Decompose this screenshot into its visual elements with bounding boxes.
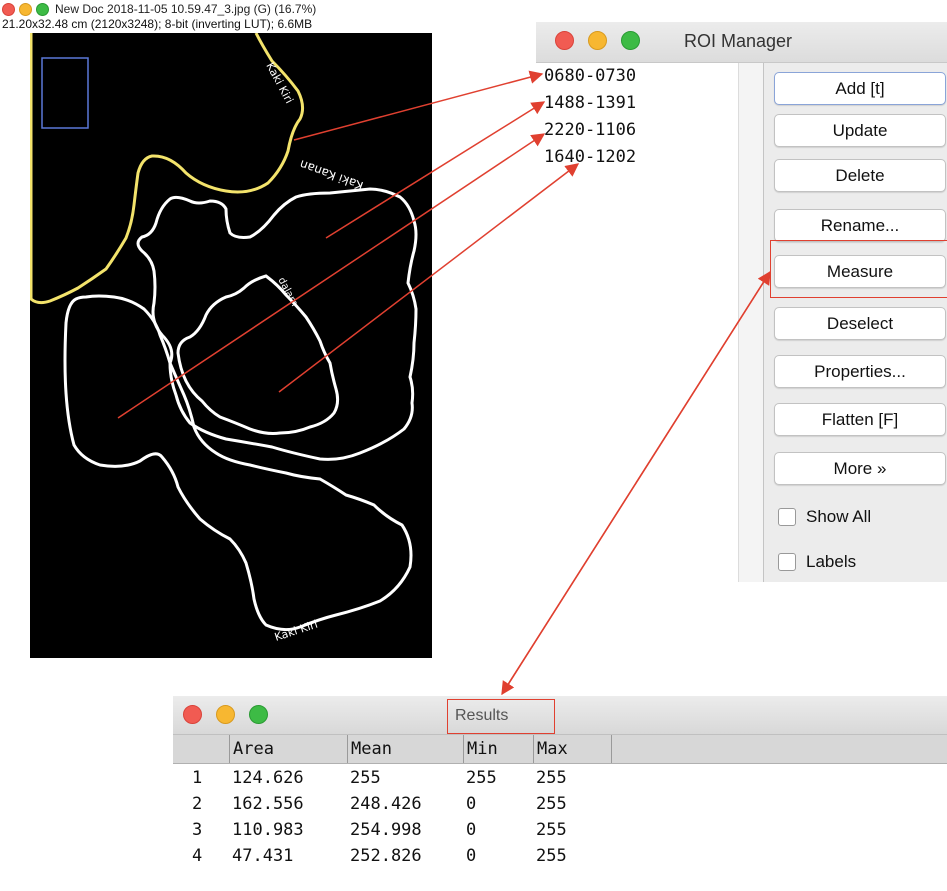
add-button[interactable]: Add [t] xyxy=(774,72,946,105)
column-header-area[interactable]: Area xyxy=(229,735,347,763)
annotation-kaki-kiri-bottom: Kaki Kiri xyxy=(273,618,319,644)
selection-rectangle[interactable] xyxy=(41,57,89,129)
image-title: New Doc 2018-11-05 10.59.47_3.jpg (G) (1… xyxy=(55,2,317,16)
show-all-label: Show All xyxy=(806,507,872,526)
zoom-icon[interactable] xyxy=(249,705,268,724)
update-button[interactable]: Update xyxy=(774,114,946,147)
column-header-max[interactable]: Max xyxy=(533,735,611,763)
table-cell-mean: 252.826 xyxy=(350,846,422,866)
labels-label: Labels xyxy=(806,552,857,571)
roi-list-item[interactable]: 1640-1202 xyxy=(536,144,738,171)
table-cell-area: 110.983 xyxy=(232,820,304,840)
column-header-min[interactable]: Min xyxy=(463,735,533,763)
table-cell-max: 255 xyxy=(536,768,567,788)
roi-manager-titlebar: ROI Manager xyxy=(536,22,947,63)
roi-list[interactable]: 0680-0730 1488-1391 2220-1106 1640-1202 xyxy=(536,63,738,582)
table-row[interactable]: 1 124.626 255 255 255 xyxy=(173,766,947,790)
image-canvas[interactable]: Kaki Kiri Kaki Kanan dalam Kaki Kiri xyxy=(30,33,432,658)
results-titlebar: Results xyxy=(173,696,947,735)
labels-checkbox[interactable] xyxy=(778,553,796,571)
annotation-dalam: dalam xyxy=(275,276,299,309)
results-header-row: Area Mean Min Max xyxy=(173,735,947,764)
roi-outline-kaki-kanan[interactable] xyxy=(136,187,418,461)
table-cell-max: 255 xyxy=(536,794,567,814)
table-cell-min: 0 xyxy=(466,794,477,814)
table-row[interactable]: 4 47.431 252.826 0 255 xyxy=(173,844,947,868)
labels-checkbox-row[interactable]: Labels xyxy=(778,552,856,572)
column-header-mean[interactable]: Mean xyxy=(347,735,463,763)
roi-list-item[interactable]: 1488-1391 xyxy=(536,90,738,117)
table-cell-index: 3 xyxy=(192,820,203,840)
roi-outline-kaki-kiri-bottom[interactable] xyxy=(63,294,413,632)
table-cell-area: 124.626 xyxy=(232,768,304,788)
column-header-empty xyxy=(611,735,947,763)
close-icon[interactable] xyxy=(183,705,202,724)
roi-outline-dalam[interactable] xyxy=(176,274,340,435)
roi-manager-title: ROI Manager xyxy=(684,31,793,51)
properties-button[interactable]: Properties... xyxy=(774,355,946,388)
table-cell-area: 162.556 xyxy=(232,794,304,814)
measure-highlight xyxy=(770,240,947,298)
zoom-icon[interactable] xyxy=(621,31,640,50)
results-title-highlight xyxy=(447,699,555,734)
table-cell-index: 1 xyxy=(192,768,203,788)
table-cell-min: 255 xyxy=(466,768,497,788)
table-cell-max: 255 xyxy=(536,820,567,840)
more-button[interactable]: More » xyxy=(774,452,946,485)
results-window: Results Area Mean Min Max 1 124.626 255 … xyxy=(173,696,947,891)
table-cell-mean: 254.998 xyxy=(350,820,422,840)
deselect-button[interactable]: Deselect xyxy=(774,307,946,340)
minimize-icon[interactable] xyxy=(19,2,32,16)
table-cell-area: 47.431 xyxy=(232,846,294,866)
table-cell-min: 0 xyxy=(466,820,477,840)
image-info: 21.20x32.48 cm (2120x3248); 8-bit (inver… xyxy=(2,17,313,31)
annotation-kaki-kanan: Kaki Kanan xyxy=(298,157,365,193)
table-cell-max: 255 xyxy=(536,846,567,866)
show-all-checkbox-row[interactable]: Show All xyxy=(778,507,871,527)
table-cell-index: 4 xyxy=(192,846,203,866)
zoom-icon[interactable] xyxy=(36,2,49,16)
roi-outline-yellow[interactable] xyxy=(30,33,305,305)
delete-button[interactable]: Delete xyxy=(774,159,946,192)
rename-button[interactable]: Rename... xyxy=(774,209,946,242)
close-icon[interactable] xyxy=(555,31,574,50)
column-header-index[interactable] xyxy=(173,735,229,763)
table-row[interactable]: 3 110.983 254.998 0 255 xyxy=(173,818,947,842)
table-cell-mean: 255 xyxy=(350,768,381,788)
flatten-button[interactable]: Flatten [F] xyxy=(774,403,946,436)
minimize-icon[interactable] xyxy=(216,705,235,724)
roi-list-scrollbar[interactable] xyxy=(738,63,764,582)
close-icon[interactable] xyxy=(2,2,15,16)
roi-manager-window: ROI Manager 0680-0730 1488-1391 2220-110… xyxy=(536,22,947,582)
minimize-icon[interactable] xyxy=(588,31,607,50)
table-row[interactable]: 2 162.556 248.426 0 255 xyxy=(173,792,947,816)
roi-list-item[interactable]: 0680-0730 xyxy=(536,63,738,90)
table-cell-min: 0 xyxy=(466,846,477,866)
image-window: New Doc 2018-11-05 10.59.47_3.jpg (G) (1… xyxy=(0,0,432,658)
roi-list-item[interactable]: 2220-1106 xyxy=(536,117,738,144)
image-titlebar: New Doc 2018-11-05 10.59.47_3.jpg (G) (1… xyxy=(0,0,432,18)
show-all-checkbox[interactable] xyxy=(778,508,796,526)
table-cell-index: 2 xyxy=(192,794,203,814)
table-cell-mean: 248.426 xyxy=(350,794,422,814)
